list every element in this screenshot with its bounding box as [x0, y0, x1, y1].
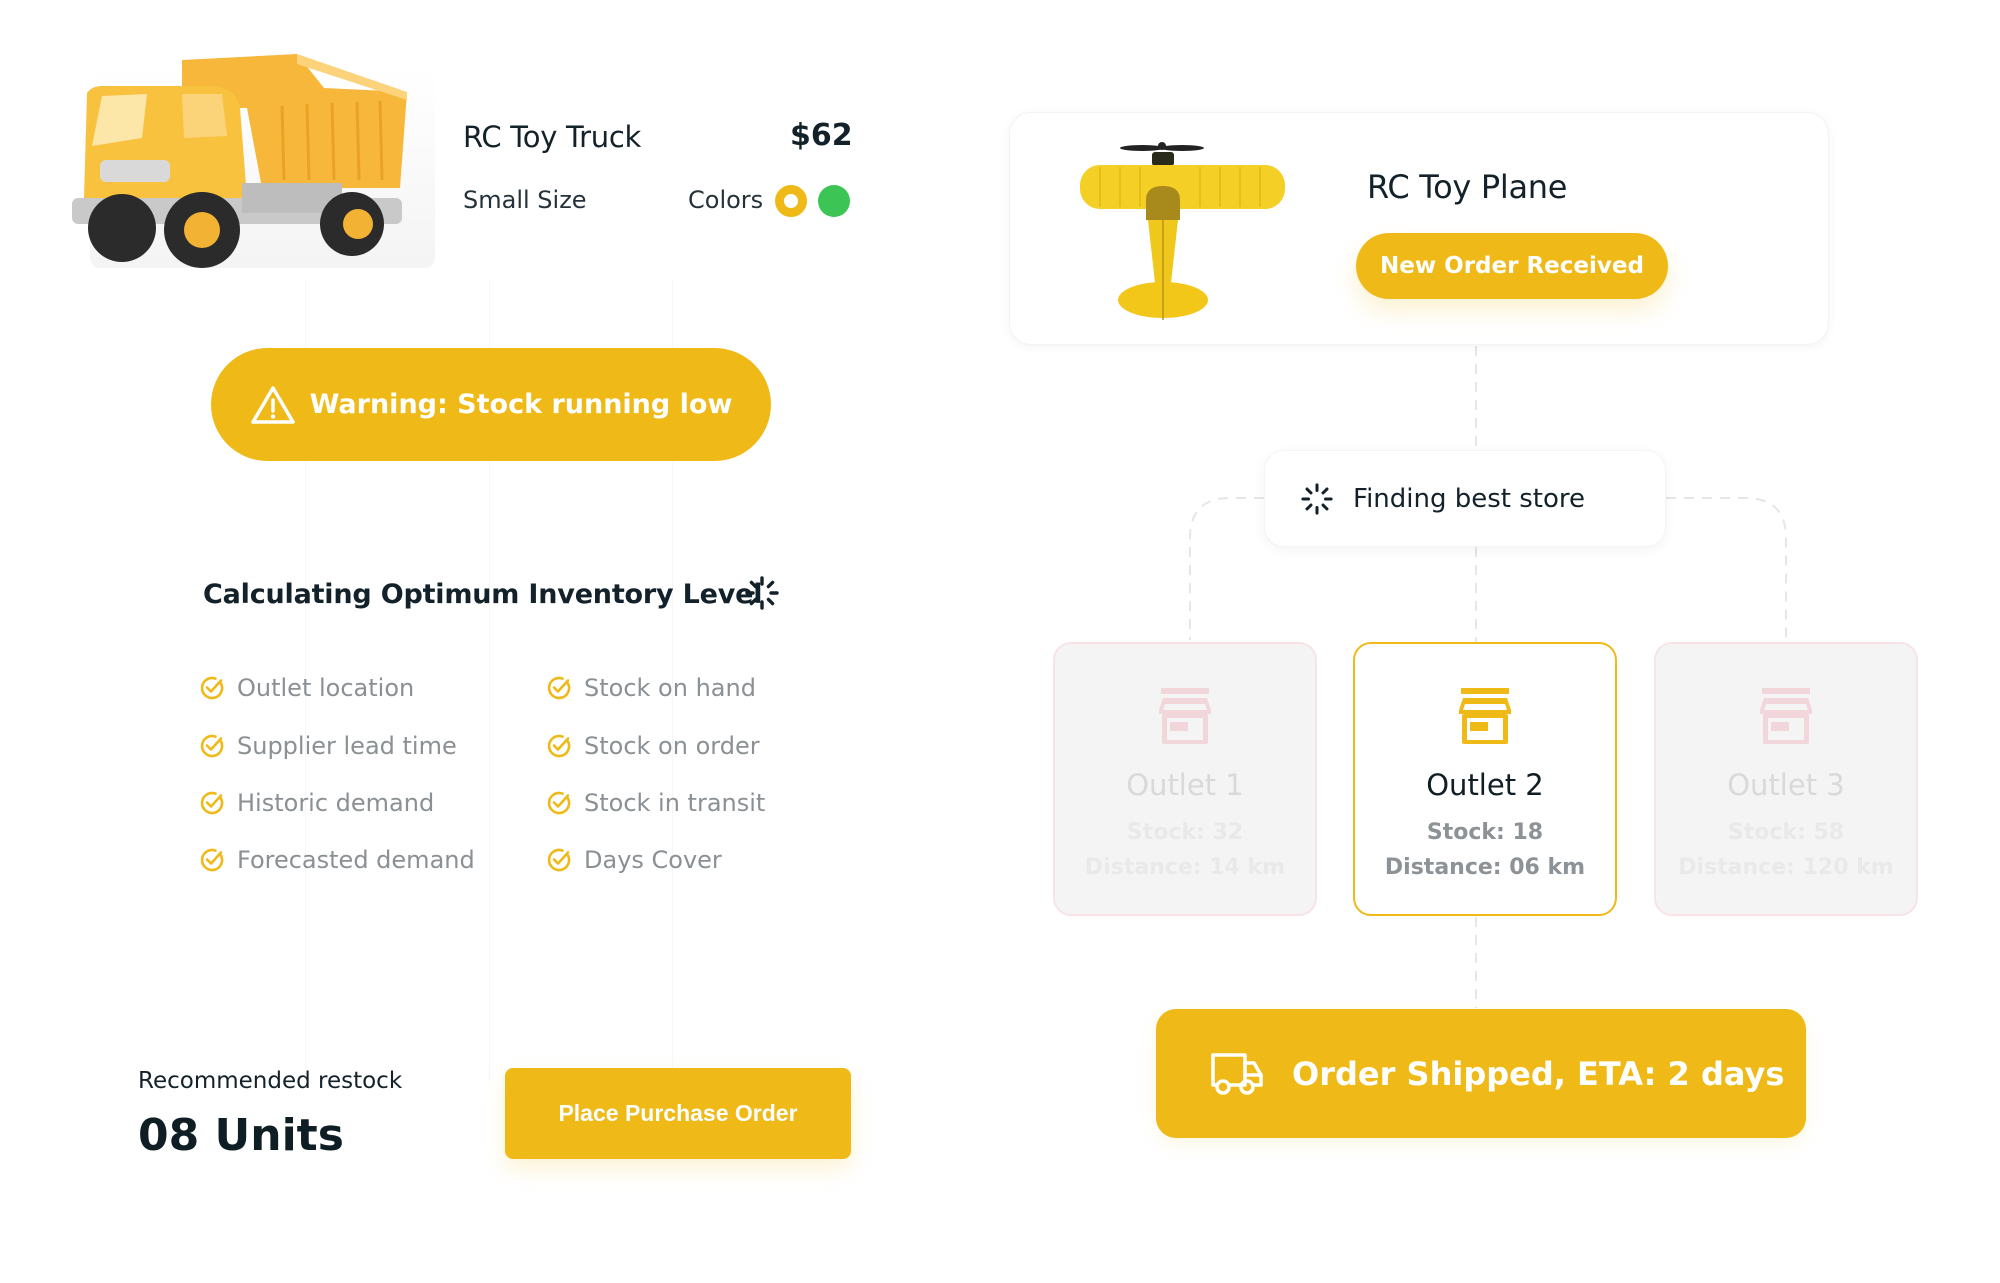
connector-search-to-outlet3	[1666, 497, 1787, 640]
factor-item: Stock in transit	[546, 789, 765, 817]
check-circle-icon	[547, 734, 571, 758]
check-circle-icon	[547, 676, 571, 700]
check-circle-icon	[200, 791, 224, 815]
factor-item: Historic demand	[199, 789, 434, 817]
product-size: Small Size	[463, 186, 587, 214]
outlet-distance: Distance: 14 km	[1084, 855, 1286, 880]
factor-item: Stock on order	[546, 732, 760, 760]
product-price: $62	[790, 118, 853, 153]
outlet-stock: Stock: 32	[1126, 820, 1244, 845]
product-colors-label: Colors	[688, 186, 764, 214]
store-icon	[1760, 688, 1812, 744]
calculation-title: Calculating Optimum Inventory Level	[203, 579, 763, 610]
factor-label: Stock in transit	[584, 789, 766, 817]
store-icon	[1459, 688, 1511, 744]
finding-best-store-status: Finding best store	[1264, 450, 1666, 547]
outlet-stock: Stock: 58	[1727, 820, 1845, 845]
color-swatch-yellow[interactable]	[775, 185, 807, 217]
order-shipped-banner: Order Shipped, ETA: 2 days	[1156, 1009, 1806, 1138]
outlet-card-2[interactable]: Outlet 2 Stock: 18 Distance: 06 km	[1353, 642, 1617, 916]
factor-label: Supplier lead time	[237, 732, 457, 760]
loading-spinner-icon	[1301, 482, 1333, 515]
outlet-distance: Distance: 120 km	[1678, 855, 1894, 880]
color-swatch-green[interactable]	[818, 185, 850, 217]
place-purchase-order-button[interactable]: Place Purchase Order	[505, 1068, 851, 1159]
factor-item: Days Cover	[546, 846, 722, 874]
loading-spinner-icon	[745, 576, 779, 610]
factor-label: Stock on order	[584, 732, 760, 760]
warning-triangle-icon	[250, 385, 295, 424]
outlet-name: Outlet 2	[1426, 768, 1544, 802]
product-image-truck	[62, 48, 435, 270]
warning-text: Warning: Stock running low	[309, 389, 733, 420]
check-circle-icon	[200, 848, 224, 872]
store-icon	[1159, 688, 1211, 744]
factor-item: Forecasted demand	[199, 846, 475, 874]
check-circle-icon	[547, 848, 571, 872]
outlet-distance: Distance: 06 km	[1384, 855, 1586, 880]
low-stock-warning: Warning: Stock running low	[211, 348, 771, 461]
outlet-card-1[interactable]: Outlet 1 Stock: 32 Distance: 14 km	[1053, 642, 1317, 916]
product-title: RC Toy Truck	[463, 120, 641, 154]
check-circle-icon	[200, 734, 224, 758]
factor-item: Outlet location	[199, 674, 414, 702]
product-image-plane	[1080, 142, 1285, 320]
factor-item: Supplier lead time	[199, 732, 457, 760]
connector-search-to-outlet1	[1189, 497, 1264, 640]
outlet-card-3[interactable]: Outlet 3 Stock: 58 Distance: 120 km	[1654, 642, 1918, 916]
finding-store-text: Finding best store	[1353, 483, 1586, 514]
factor-label: Historic demand	[237, 789, 435, 817]
check-circle-icon	[200, 676, 224, 700]
order-product-title: RC Toy Plane	[1367, 168, 1568, 206]
outlet-stock: Stock: 18	[1426, 820, 1544, 845]
restock-label: Recommended restock	[138, 1068, 403, 1094]
factor-label: Forecasted demand	[237, 846, 475, 874]
delivery-truck-icon	[1211, 1052, 1263, 1095]
factor-item: Stock on hand	[546, 674, 756, 702]
new-order-badge: New Order Received	[1356, 233, 1668, 299]
shipment-text: Order Shipped, ETA: 2 days	[1292, 1054, 1785, 1093]
outlet-name: Outlet 3	[1727, 768, 1845, 802]
factor-label: Stock on hand	[584, 674, 756, 702]
outlet-name: Outlet 1	[1126, 768, 1244, 802]
factor-label: Outlet location	[237, 674, 415, 702]
truck-illustration	[72, 54, 407, 268]
restock-value: 08 Units	[138, 1110, 344, 1161]
check-circle-icon	[547, 791, 571, 815]
factor-label: Days Cover	[584, 846, 722, 874]
